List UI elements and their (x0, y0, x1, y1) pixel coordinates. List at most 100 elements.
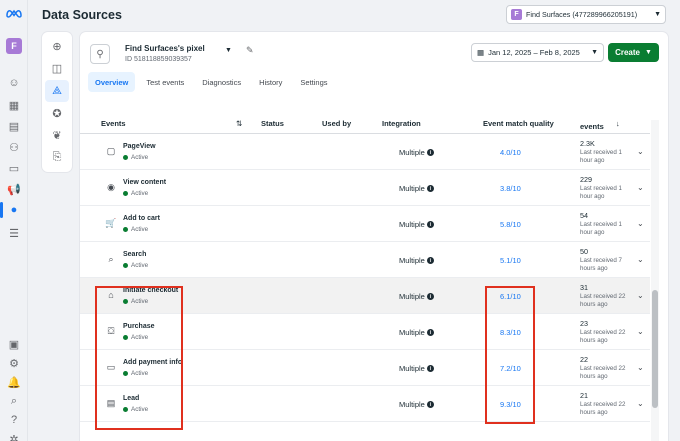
last-received: Last received 22 hours ago (580, 401, 626, 416)
table-row[interactable]: ◉ View content Active Multiple i 3.8/10 229 Las… (80, 170, 650, 206)
tab-bar: Overview Test events Diagnostics History… (88, 72, 335, 92)
table-row[interactable]: ▢ PageView Active Multiple i 4.0/10 2.3K Last r… (80, 134, 650, 170)
integration-cell: Multiple i (399, 184, 434, 193)
smiley-icon[interactable]: ☺ (6, 75, 22, 91)
search-icon: ⌕ (108, 253, 114, 264)
pixel-dropdown-icon[interactable]: ▼ (225, 47, 232, 54)
billing-card-icon[interactable]: ▭ (6, 160, 22, 176)
chevron-down-icon[interactable]: ⌄ (637, 363, 644, 372)
meta-logo-icon[interactable] (5, 8, 23, 18)
chevron-down-icon[interactable]: ⌄ (637, 219, 644, 228)
page-title: Data Sources (42, 8, 122, 22)
date-range-picker[interactable]: ▦ Jan 12, 2025 – Feb 8, 2025 ▼ (471, 43, 604, 62)
info-icon[interactable]: i (426, 401, 434, 408)
global-nav-rail: F ☺ ▦ ▤ ⚇ ▭ 📢 ● ☰ ▣ ⚙ 🔔 ⌕ ? ✲ (0, 0, 28, 441)
event-status-label: Active (131, 226, 149, 233)
bell-icon[interactable]: 🔔 (6, 374, 22, 390)
info-icon[interactable]: i (426, 329, 434, 336)
chevron-down-icon[interactable]: ⌄ (637, 183, 644, 192)
account-avatar[interactable]: F (6, 38, 22, 54)
add-icon[interactable]: ⊕ (49, 38, 65, 54)
last-received: Last received 22 hours ago (580, 293, 626, 308)
chevron-down-icon[interactable]: ⌄ (637, 291, 644, 300)
layout-icon[interactable]: ◫ (49, 60, 65, 76)
date-range-label: Jan 12, 2025 – Feb 8, 2025 (488, 48, 580, 57)
event-status-label: Active (131, 262, 149, 269)
export-icon[interactable]: ⎘ (49, 149, 65, 165)
event-name[interactable]: Search (123, 251, 146, 258)
help-icon[interactable]: ? (6, 412, 22, 428)
tab-diagnostics[interactable]: Diagnostics (195, 72, 248, 92)
integration-cell: Multiple i (399, 220, 434, 229)
integration-cell: Multiple i (399, 256, 434, 265)
pages-icon[interactable]: ▤ (6, 118, 22, 134)
event-name[interactable]: Add to cart (123, 215, 160, 222)
gear-icon[interactable]: ⚙ (6, 355, 22, 371)
scrollbar[interactable] (651, 120, 659, 441)
event-match-quality[interactable]: 5.1/10 (500, 256, 521, 265)
table-row[interactable]: 🛒 Add to cart Active Multiple i 5.8/10 54 Last … (80, 206, 650, 242)
info-icon[interactable]: i (426, 365, 434, 372)
caret-down-icon: ▼ (654, 11, 661, 18)
arrow-down-icon[interactable]: ↓ (616, 119, 620, 128)
data-sources-icon[interactable]: ⟁ (45, 80, 69, 102)
integration-label: Multiple (399, 364, 425, 373)
event-name[interactable]: View content (123, 179, 166, 186)
create-label: Create (615, 48, 640, 57)
handshake-icon[interactable]: ❦ (49, 127, 65, 143)
event-count: 2.3K (580, 139, 595, 148)
pencil-icon[interactable]: ✎ (246, 45, 254, 56)
info-icon[interactable]: i (426, 221, 434, 228)
table-icon[interactable]: ▦ (6, 97, 22, 113)
chevron-down-icon[interactable]: ⌄ (637, 327, 644, 336)
events-manager-icon[interactable]: ● (0, 202, 22, 218)
chevron-down-icon[interactable]: ⌄ (637, 399, 644, 408)
table-header: Events ⇅ Status Used by Integration Even… (80, 114, 650, 134)
event-count: 23 (580, 319, 588, 328)
chevron-down-icon[interactable]: ⌄ (637, 255, 644, 264)
search-icon[interactable]: ⌕ (6, 393, 22, 409)
integration-label: Multiple (399, 400, 425, 409)
highlight-box-emq-values (485, 286, 535, 424)
col-event-match-quality: Event match quality (483, 119, 554, 128)
info-icon[interactable]: i (426, 185, 434, 192)
data-source-card: ⚲ Find Surfaces's pixel ID 5181188590393… (80, 32, 668, 441)
info-icon[interactable]: i (426, 149, 434, 156)
table-row[interactable]: ⌕ Search Active Multiple i 5.1/10 50 Last recei… (80, 242, 650, 278)
event-status: Active (123, 190, 148, 197)
sort-icon[interactable]: ⇅ (236, 119, 242, 128)
col-total-events[interactable]: events (580, 122, 604, 131)
integration-label: Multiple (399, 292, 425, 301)
event-match-quality[interactable]: 5.8/10 (500, 220, 521, 229)
cart-icon: 🛒 (105, 217, 117, 228)
account-selector[interactable]: F Find Surfaces (477289966205191) ▼ (506, 5, 666, 24)
megaphone-icon[interactable]: 📢 (6, 181, 22, 197)
create-button[interactable]: Create ▼ (608, 43, 659, 62)
menu-icon[interactable]: ☰ (6, 225, 22, 241)
pixel-name[interactable]: Find Surfaces's pixel (125, 44, 205, 53)
scrollbar-thumb[interactable] (652, 290, 658, 408)
caret-down-icon: ▼ (644, 49, 652, 56)
info-icon[interactable]: i (426, 293, 434, 300)
chevron-down-icon[interactable]: ⌄ (637, 147, 644, 156)
tab-test-events[interactable]: Test events (139, 72, 191, 92)
integration-cell: Multiple i (399, 292, 434, 301)
integration-cell: Multiple i (399, 364, 434, 373)
last-received: Last received 22 hours ago (580, 365, 626, 380)
people-icon[interactable]: ⚇ (6, 139, 22, 155)
event-name[interactable]: PageView (123, 143, 156, 150)
col-events[interactable]: Events (101, 119, 126, 128)
bug-icon[interactable]: ✲ (6, 431, 22, 441)
tab-history[interactable]: History (252, 72, 289, 92)
event-match-quality[interactable]: 4.0/10 (500, 148, 521, 157)
tab-settings[interactable]: Settings (293, 72, 334, 92)
info-icon[interactable]: i (426, 257, 434, 264)
integration-cell: Multiple i (399, 400, 434, 409)
tab-overview[interactable]: Overview (88, 72, 136, 92)
event-match-quality[interactable]: 3.8/10 (500, 184, 521, 193)
event-status-label: Active (131, 190, 149, 197)
last-received: Last received 22 hours ago (580, 329, 626, 344)
window-icon: ▢ (106, 145, 116, 156)
badge-icon[interactable]: ✪ (49, 105, 65, 121)
notes-icon[interactable]: ▣ (6, 336, 22, 352)
